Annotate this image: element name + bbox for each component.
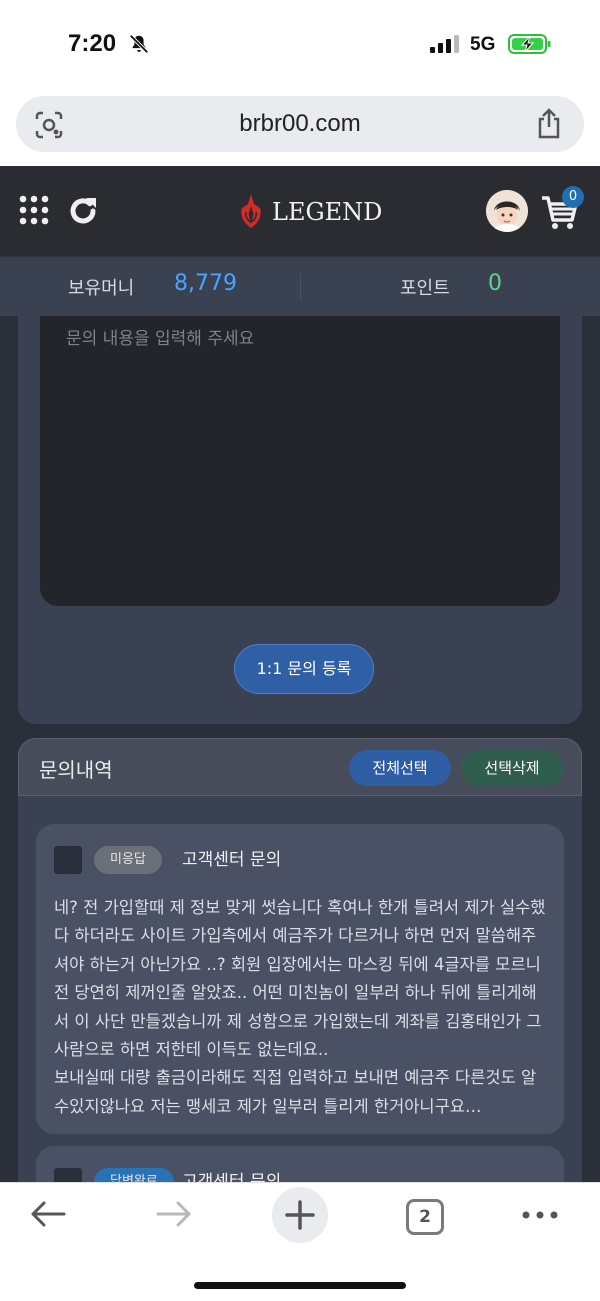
back-arrow-icon[interactable] [28, 1199, 68, 1229]
tab-switcher-button[interactable]: 2 [406, 1199, 444, 1235]
balance-bar: 보유머니 8,779 포인트 0 [0, 256, 600, 316]
item-title: 고객센터 문의 [182, 850, 282, 870]
bell-muted-icon [129, 34, 149, 54]
item-body: 네? 전 가입할때 제 정보 맞게 썻습니다 혹여나 한개 틀려서 제가 실수했… [54, 898, 546, 1116]
inquiry-form-card: 문의 내용을 입력해 주세요 1:1 문의 등록 [18, 316, 582, 724]
status-bar: 7:20 5G [0, 0, 600, 88]
browser-address-area: brbr00.com [0, 88, 600, 166]
delete-selected-button[interactable]: 선택삭제 [461, 750, 563, 786]
share-icon[interactable] [534, 108, 564, 140]
main-content: 문의 내용을 입력해 주세요 1:1 문의 등록 문의내역 전체선택 선택삭제 … [0, 316, 600, 1182]
url-text[interactable]: brbr00.com [16, 110, 584, 138]
inquiry-textarea[interactable]: 문의 내용을 입력해 주세요 [40, 316, 560, 606]
menu-grid-icon[interactable] [18, 194, 50, 226]
refresh-icon[interactable] [66, 194, 100, 228]
status-time: 7:20 [68, 30, 117, 57]
inquiry-placeholder: 문의 내용을 입력해 주세요 [66, 329, 255, 349]
list-item[interactable]: 미응답 고객센터 문의 네? 전 가입할때 제 정보 맞게 썻습니다 혹여나 한… [36, 824, 564, 1134]
home-indicator [194, 1282, 406, 1289]
cell-signal-icon [430, 35, 459, 53]
avatar[interactable] [486, 190, 528, 232]
balance-value: 8,779 [174, 271, 237, 296]
select-all-button[interactable]: 전체선택 [349, 750, 451, 786]
site-logo[interactable]: LEGEND [238, 194, 382, 230]
forward-arrow-icon[interactable] [154, 1199, 194, 1229]
cart-count-badge: 0 [562, 186, 584, 208]
inquiry-history-card: 문의내역 전체선택 선택삭제 미응답 고객센터 문의 네? 전 가입할때 제 정… [18, 738, 582, 1182]
history-header: 문의내역 전체선택 선택삭제 [18, 738, 582, 796]
history-title: 문의내역 [39, 758, 113, 782]
more-options-icon[interactable] [520, 1205, 560, 1225]
points-value: 0 [488, 271, 502, 296]
address-bar[interactable]: brbr00.com [16, 96, 584, 152]
points-label: 포인트 [400, 278, 450, 299]
list-item[interactable]: 답변완료 고객센터 문의 [36, 1146, 564, 1182]
item-checkbox[interactable] [54, 1168, 82, 1182]
new-tab-button[interactable] [272, 1187, 328, 1243]
plus-icon [285, 1200, 315, 1230]
site-header: LEGEND [0, 166, 600, 256]
legend-logo-icon [241, 194, 261, 228]
item-checkbox[interactable] [54, 846, 82, 874]
submit-inquiry-button[interactable]: 1:1 문의 등록 [234, 644, 374, 694]
browser-toolbar: 2 [0, 1182, 600, 1301]
user-avatar-icon [486, 190, 528, 232]
balance-divider [300, 273, 301, 301]
network-type: 5G [470, 34, 496, 55]
balance-label: 보유머니 [68, 278, 135, 299]
logo-text: LEGEND [272, 198, 383, 226]
battery-charging-icon [508, 34, 551, 54]
status-badge: 답변완료 [94, 1168, 174, 1182]
item-title: 고객센터 문의 [182, 1172, 282, 1182]
status-badge: 미응답 [94, 846, 162, 874]
